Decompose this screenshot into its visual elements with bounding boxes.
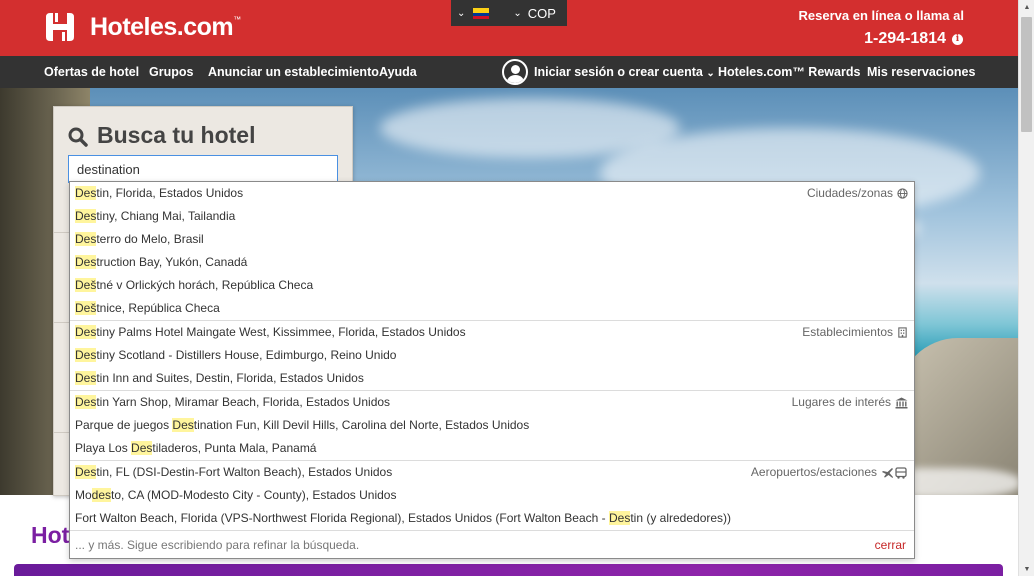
autocomplete-category: Aeropuertos/estaciones (751, 461, 908, 484)
scroll-thumb[interactable] (1021, 17, 1032, 132)
match-highlight: Des (75, 255, 97, 269)
match-highlight: Des (75, 371, 97, 385)
chevron-down-icon: ⌄ (457, 7, 466, 19)
brand-logo[interactable]: Hoteles.com™ (44, 11, 241, 43)
brand-name: Hoteles.com™ (90, 12, 241, 41)
autocomplete-suggestion[interactable]: Desterro do Melo, Brasil (70, 228, 914, 251)
locale-selector[interactable]: ⌄ ⌄ COP (451, 0, 567, 26)
match-highlight: Des (75, 232, 97, 246)
autocomplete-suggestion[interactable]: Destin Yarn Shop, Miramar Beach, Florida… (70, 391, 914, 414)
match-highlight: Des (75, 186, 97, 200)
hotel-h-icon (44, 11, 76, 43)
phone-number[interactable]: 1-294-1814 i (864, 30, 963, 48)
autocomplete-footer: ... y más. Sigue escribiendo para refina… (70, 531, 914, 559)
close-autocomplete-link[interactable]: cerrar (875, 531, 906, 559)
autocomplete-category: Establecimientos (802, 321, 908, 344)
autocomplete-suggestion[interactable]: Destin, Florida, Estados Unidos (70, 182, 914, 205)
search-icon (68, 126, 88, 147)
info-icon[interactable]: i (952, 33, 963, 45)
autocomplete-group: Lugares de interés Destin Yarn Shop, Mira… (70, 391, 914, 461)
match-highlight: Des (172, 418, 194, 432)
globe-icon (897, 188, 908, 199)
autocomplete-suggestion[interactable]: Destiny Scotland - Distillers House, Edi… (70, 344, 914, 367)
destination-input[interactable] (68, 155, 338, 183)
autocomplete-suggestion[interactable]: Playa Los Destiladeros, Punta Mala, Pana… (70, 437, 914, 460)
autocomplete-suggestion[interactable]: Destin Inn and Suites, Destin, Florida, … (70, 367, 914, 390)
match-highlight: Des (75, 209, 97, 223)
autocomplete-dropdown: Ciudades/zonas Destin, Florida, Estados U… (69, 181, 915, 559)
match-highlight: Des (75, 348, 97, 362)
autocomplete-suggestion[interactable]: Parque de juegos Destination Fun, Kill D… (70, 414, 914, 437)
plane-bus-icon (881, 466, 908, 479)
nav-help[interactable]: Ayuda (379, 65, 417, 79)
user-avatar-icon[interactable] (502, 59, 528, 85)
autocomplete-suggestion[interactable]: Destiny Palms Hotel Maingate West, Kissi… (70, 321, 914, 344)
currency-code: COP (527, 5, 556, 21)
scroll-down-arrow-icon[interactable]: ▼ (1019, 562, 1034, 576)
chevron-down-icon: ⌄ (513, 7, 522, 19)
nav-my-reservations[interactable]: Mis reservaciones (867, 65, 975, 79)
match-highlight: Deš (75, 301, 97, 315)
section-title-partial: Hot (31, 522, 70, 548)
match-highlight: Des (75, 395, 97, 409)
promo-banner (14, 564, 1003, 576)
colombia-flag-icon[interactable] (473, 7, 490, 19)
reserve-text: Reserva en línea o llama al (798, 8, 964, 23)
currency-selector[interactable]: ⌄ COP (513, 6, 556, 21)
nav-groups[interactable]: Grupos (149, 65, 193, 79)
match-highlight: Des (608, 511, 631, 525)
autocomplete-suggestion[interactable]: Modesto, CA (MOD-Modesto City - County),… (70, 484, 914, 507)
landmark-icon (895, 397, 908, 409)
nav-hotel-deals[interactable]: Ofertas de hotel (44, 65, 139, 79)
search-panel-title: Busca tu hotel (68, 122, 255, 149)
main-nav: Ofertas de hotel Grupos Anunciar un esta… (0, 56, 1018, 88)
building-icon (897, 327, 908, 338)
match-highlight: des (91, 488, 112, 502)
autocomplete-group: Aeropuertos/estaciones Destin, FL (DSI-De… (70, 461, 914, 531)
nav-rewards[interactable]: Hoteles.com™ Rewards (718, 65, 860, 79)
autocomplete-category: Ciudades/zonas (807, 182, 908, 205)
autocomplete-suggestion[interactable]: Fort Walton Beach, Florida (VPS-Northwes… (70, 507, 914, 530)
nav-list-property[interactable]: Anunciar un establecimiento (208, 65, 379, 79)
site-header: Hoteles.com™ ⌄ ⌄ COP Reserva en línea o … (0, 0, 1018, 56)
nav-sign-in[interactable]: Iniciar sesión o crear cuenta ⌄ (534, 65, 715, 79)
scroll-up-arrow-icon[interactable]: ▲ (1019, 0, 1034, 14)
autocomplete-group: Establecimientos Destiny Palms Hotel Main… (70, 321, 914, 391)
autocomplete-suggestion[interactable]: Destiny, Chiang Mai, Tailandia (70, 205, 914, 228)
chevron-down-icon: ⌄ (706, 68, 715, 79)
autocomplete-suggestion[interactable]: Deštnice, República Checa (70, 297, 914, 320)
page-scrollbar[interactable]: ▲ ▼ (1018, 0, 1034, 576)
match-highlight: Des (75, 325, 97, 339)
match-highlight: Des (131, 441, 153, 455)
autocomplete-suggestion[interactable]: Destruction Bay, Yukón, Canadá (70, 251, 914, 274)
autocomplete-group: Ciudades/zonas Destin, Florida, Estados U… (70, 182, 914, 321)
autocomplete-suggestion[interactable]: Deštné v Orlických horách, República Che… (70, 274, 914, 297)
match-highlight: Deš (75, 278, 97, 292)
match-highlight: Des (75, 465, 97, 479)
autocomplete-category: Lugares de interés (792, 391, 908, 414)
